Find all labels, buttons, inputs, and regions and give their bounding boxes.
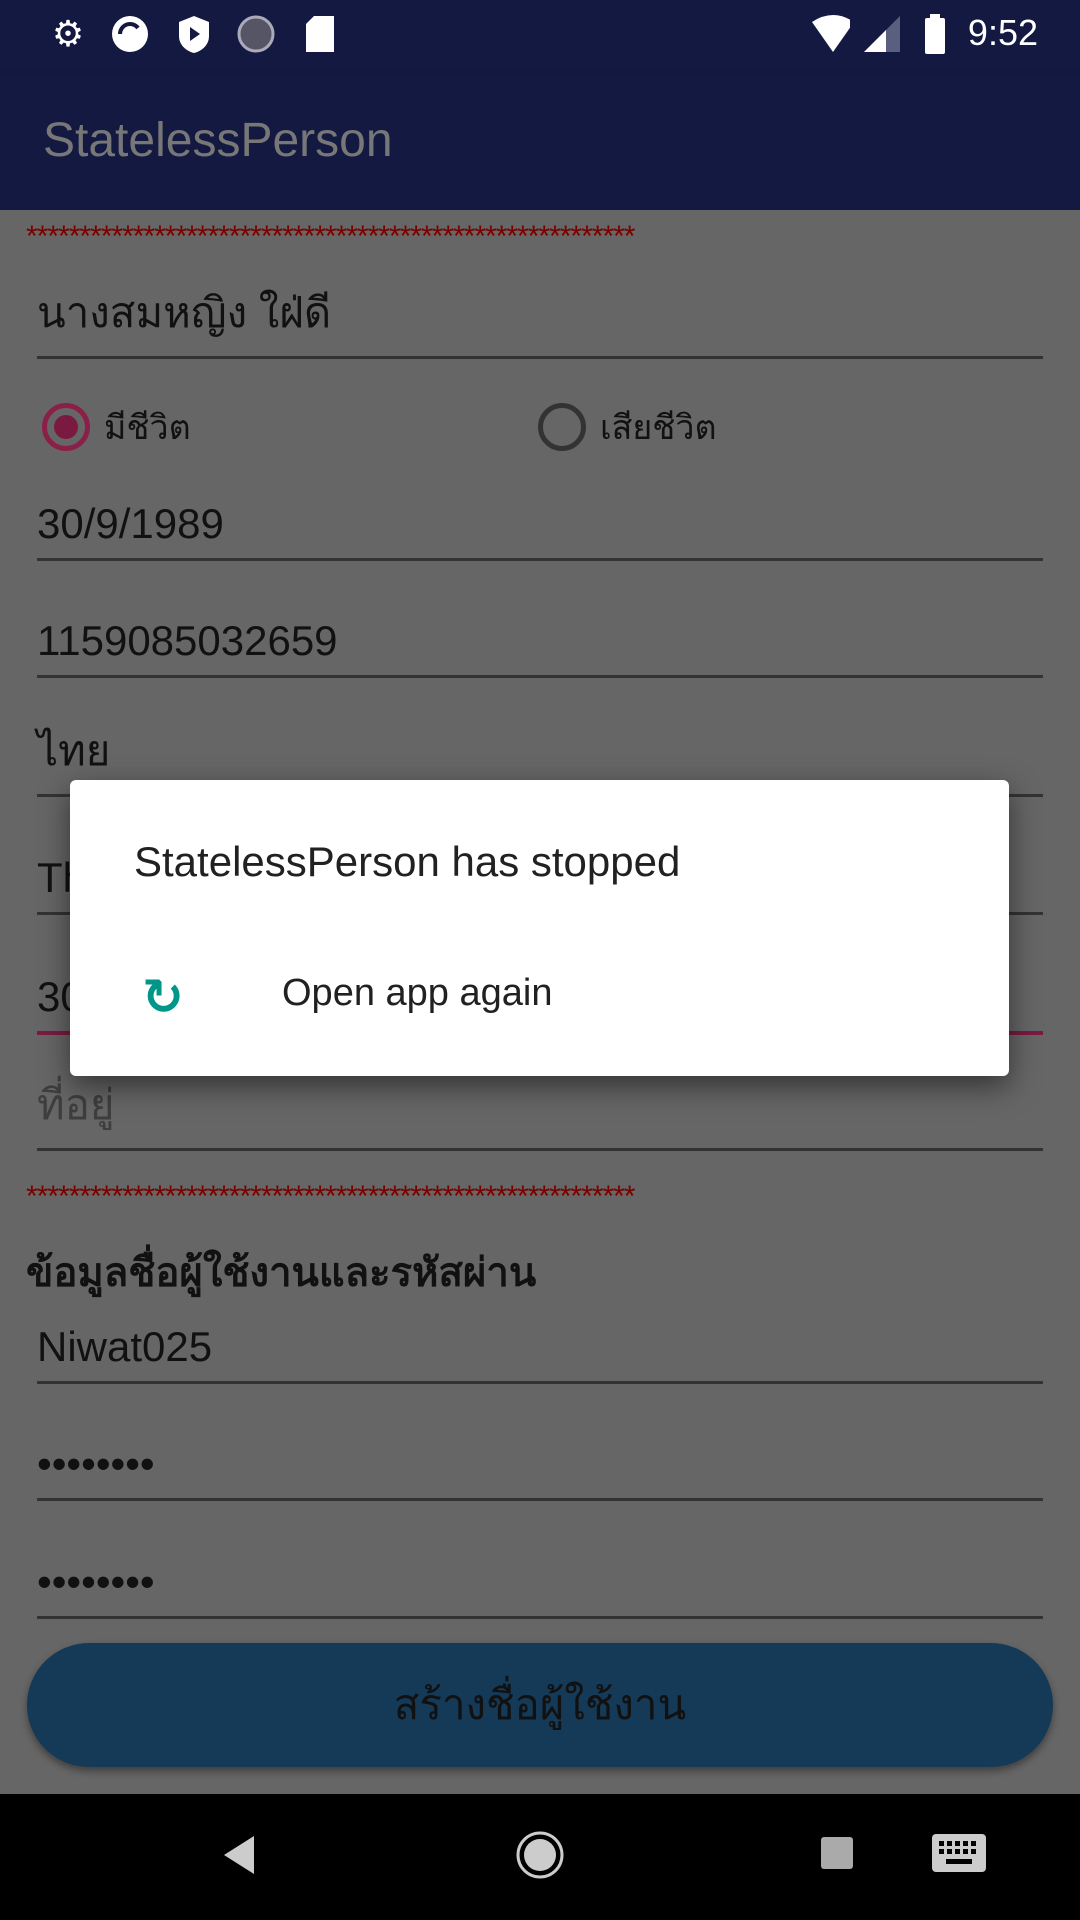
sd-card-icon [300, 14, 340, 54]
loading-icon [236, 14, 276, 54]
radio-alive-circle [42, 403, 90, 451]
status-bar: ⚙ 9:52 [0, 0, 1080, 75]
radio-alive[interactable]: มีชีวิต [42, 400, 191, 454]
radio-dead-circle [538, 403, 586, 451]
back-icon[interactable] [222, 1834, 258, 1881]
dialog-title: StatelessPerson has stopped [134, 838, 681, 885]
sync-app-icon [110, 14, 150, 54]
open-app-again-label: Open app again [282, 972, 553, 1014]
name-value: นางสมหญิง ใฝ่ดี [37, 289, 332, 336]
password-field[interactable]: •••••••• [37, 1431, 1043, 1501]
confirm-password-field[interactable]: •••••••• [37, 1549, 1043, 1619]
id-number-field[interactable]: 1159085032659 [37, 608, 1043, 678]
birthdate-field[interactable]: 30/9/1989 [37, 491, 1043, 561]
create-user-button[interactable]: สร้างชื่อผู้ใช้งาน [27, 1643, 1053, 1767]
username-value: Niwat025 [37, 1323, 213, 1370]
radio-dead-label: เสียชีวิต [600, 409, 717, 447]
app-bar: StatelessPerson [0, 75, 1080, 210]
separator-bottom: ****************************************… [26, 1180, 635, 1213]
open-app-again-button[interactable]: ↻ Open app again [70, 940, 1009, 1050]
username-field[interactable]: Niwat025 [37, 1314, 1043, 1384]
app-stopped-dialog: StatelessPerson has stopped ↻ Open app a… [70, 780, 1009, 1076]
battery-icon [915, 14, 955, 54]
id-number-value: 1159085032659 [37, 617, 338, 664]
navigation-bar [0, 1794, 1080, 1920]
password-value: •••••••• [37, 1440, 155, 1487]
birthdate-value: 30/9/1989 [37, 500, 224, 547]
nationality-value: ไทย [37, 727, 111, 774]
wifi-icon [810, 14, 850, 54]
create-user-label: สร้างชื่อผู้ใช้งาน [393, 1681, 687, 1728]
gear-icon: ⚙ [51, 13, 85, 54]
address-field[interactable]: ที่อยู่ [37, 1081, 1043, 1151]
separator-top: ****************************************… [26, 220, 635, 253]
keyboard-icon[interactable] [932, 1834, 986, 1877]
account-heading: ข้อมูลชื่อผู้ใช้งานและรหัสผ่าน [26, 1251, 537, 1295]
address-hint: ที่อยู่ [37, 1081, 115, 1128]
radio-dead[interactable]: เสียชีวิต [538, 400, 717, 454]
signal-icon [862, 14, 902, 54]
confirm-password-value: •••••••• [37, 1558, 155, 1605]
app-title: StatelessPerson [43, 114, 393, 167]
recents-icon[interactable] [820, 1836, 854, 1875]
shield-play-icon [174, 14, 214, 54]
refresh-icon: ↻ [142, 969, 184, 1025]
radio-alive-label: มีชีวิต [104, 409, 191, 447]
home-icon[interactable] [515, 1830, 565, 1885]
clock: 9:52 [967, 12, 1038, 53]
name-field[interactable]: นางสมหญิง ใฝ่ดี [37, 289, 1043, 359]
